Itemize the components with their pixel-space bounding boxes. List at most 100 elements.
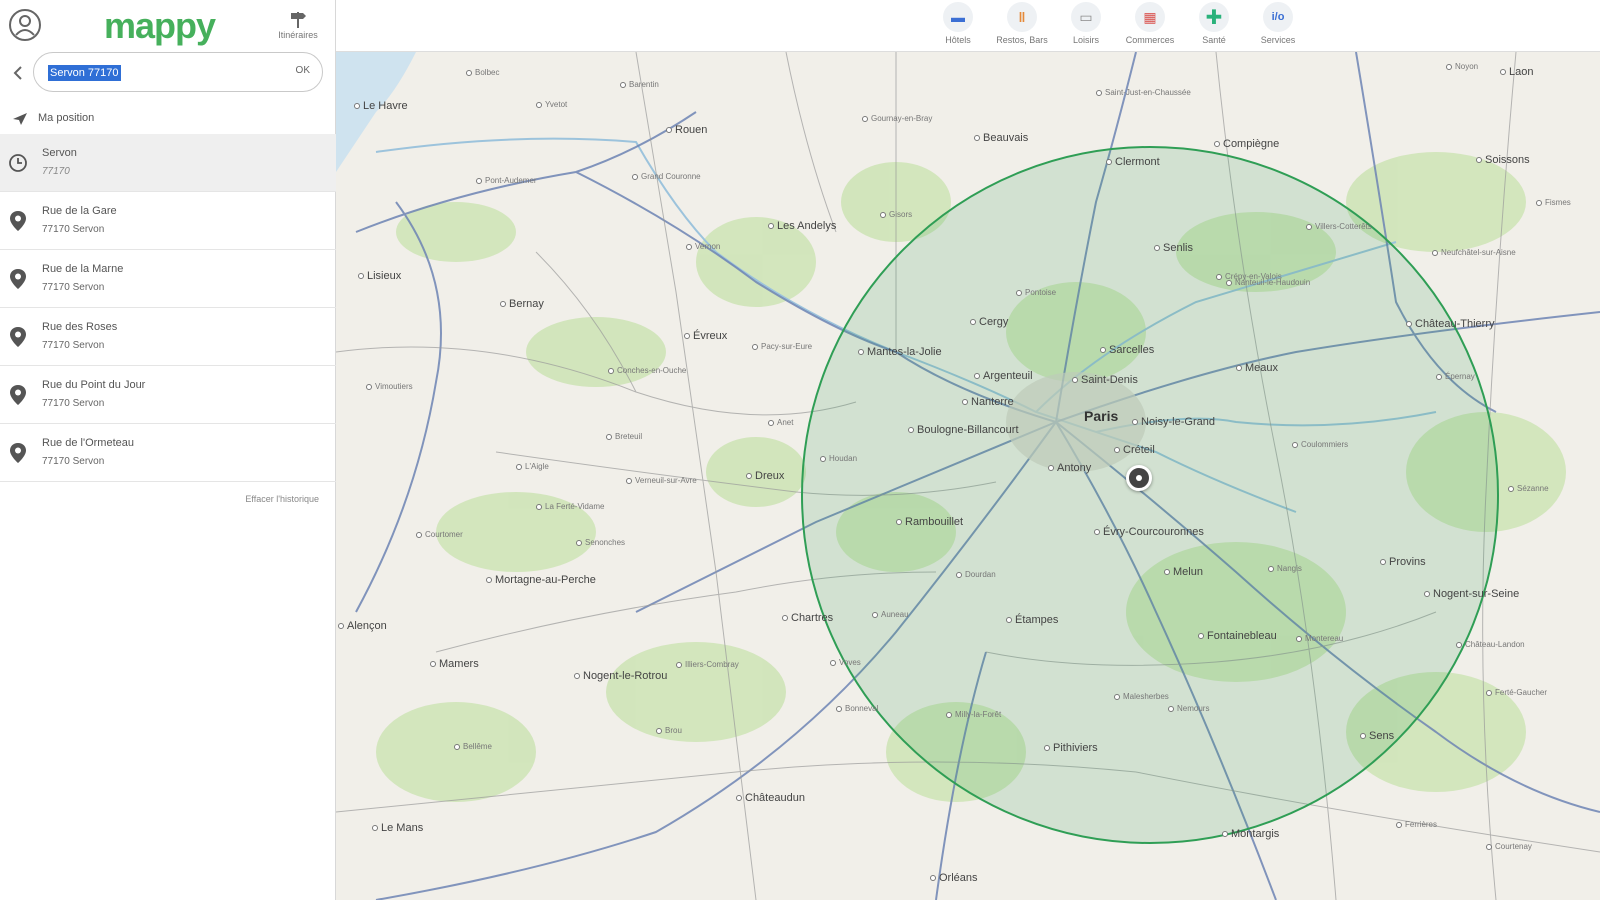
city-label: Mamers [430, 658, 479, 670]
suggestion-title: Rue de la Gare [42, 205, 117, 217]
city-label: Sarcelles [1100, 344, 1154, 356]
place-label: Dourdan [956, 570, 996, 579]
category-services[interactable]: i/o Services [1246, 2, 1310, 45]
city-label: Bernay [500, 298, 544, 310]
search-input-value[interactable]: Servon 77170 [48, 65, 121, 81]
cutlery-icon: ǁ [1007, 2, 1037, 32]
category-leisure[interactable]: ▭ Loisirs [1054, 2, 1118, 45]
city-label: Mortagne-au-Perche [486, 574, 596, 586]
city-label: Mantes-la-Jolie [858, 346, 942, 358]
place-label: Neufchâtel-sur-Aisne [1432, 248, 1516, 257]
search-panel: mappy Itinéraires Servon 77170 OK Ma pos… [0, 0, 336, 900]
place-label: Yvetot [536, 100, 567, 109]
city-label: Évreux [684, 330, 727, 342]
category-shops[interactable]: ▦ Commerces [1118, 2, 1182, 45]
map-canvas[interactable]: Paris Le Havre Rouen Beauvais Compiègne … [336, 52, 1600, 900]
city-label: Lisieux [358, 270, 401, 282]
place-label: Fismes [1536, 198, 1571, 207]
city-label: Laon [1500, 66, 1533, 78]
category-label: Services [1260, 35, 1296, 45]
app-header: mappy Itinéraires [0, 0, 336, 52]
user-avatar-icon[interactable] [8, 8, 42, 42]
location-arrow-icon [13, 113, 27, 125]
list-item[interactable]: Rue de l'Ormeteau 77170 Servon [0, 424, 336, 482]
place-label: Milly-la-Forêt [946, 710, 1001, 719]
city-label: Chartres [782, 612, 833, 624]
mappy-logo[interactable]: mappy [104, 6, 216, 46]
category-label: Santé [1202, 35, 1226, 45]
city-label: Noisy-le-Grand [1132, 416, 1215, 428]
city-label: Clermont [1106, 156, 1160, 168]
city-label: Soissons [1476, 154, 1530, 166]
signpost-icon [291, 12, 306, 28]
category-restaurants[interactable]: ǁ Restos, Bars [990, 2, 1054, 45]
my-position-item[interactable]: Ma position [0, 104, 336, 132]
place-label: Senonches [576, 538, 625, 547]
place-label: Vernon [686, 242, 720, 251]
place-label: Voves [830, 658, 861, 667]
suggestion-title: Rue de la Marne [42, 263, 124, 275]
place-label: Barentin [620, 80, 659, 89]
search-input[interactable]: Servon 77170 OK [33, 52, 323, 92]
services-icon: i/o [1263, 2, 1293, 32]
place-label: Conches-en-Ouche [608, 366, 686, 375]
place-label: Ferrières [1396, 820, 1437, 829]
suggestion-title: Rue du Point du Jour [42, 379, 146, 391]
place-label: Sézanne [1508, 484, 1549, 493]
city-label: Meaux [1236, 362, 1278, 374]
place-label: Noyon [1446, 62, 1478, 71]
city-label: Dreux [746, 470, 784, 482]
suggestion-title: Servon [42, 147, 77, 159]
city-label: Les Andelys [768, 220, 836, 232]
category-label: Commerces [1125, 35, 1175, 45]
place-label: Coulommiers [1292, 440, 1348, 449]
city-label: Montargis [1222, 828, 1279, 840]
city-label: Saint-Denis [1072, 374, 1138, 386]
category-hotels[interactable]: ▬ Hôtels [926, 2, 990, 45]
place-label: Gournay-en-Bray [862, 114, 932, 123]
ok-button[interactable]: OK [296, 65, 310, 76]
place-label: Saint-Just-en-Chaussée [1096, 88, 1191, 97]
list-item[interactable]: Rue des Roses 77170 Servon [0, 308, 336, 366]
itineraries-label: Itinéraires [278, 30, 318, 40]
place-label: Illiers-Combray [676, 660, 739, 669]
list-item[interactable]: Servon 77170 [0, 134, 336, 192]
place-label: Ferté-Gaucher [1486, 688, 1547, 697]
place-label: Bellême [454, 742, 492, 751]
category-label: Restos, Bars [996, 35, 1048, 45]
city-label: Château-Thierry [1406, 318, 1494, 330]
itineraries-button[interactable]: Itinéraires [272, 10, 324, 40]
city-label: Créteil [1114, 444, 1155, 456]
selected-location-marker[interactable] [1126, 465, 1152, 491]
city-label: Alençon [338, 620, 387, 632]
list-item[interactable]: Rue de la Marne 77170 Servon [0, 250, 336, 308]
city-label: Paris [1084, 408, 1119, 424]
back-chevron-icon[interactable] [8, 62, 28, 84]
sea-area [336, 52, 416, 172]
place-label: Houdan [820, 454, 857, 463]
suggestion-subtitle: 77170 [42, 166, 70, 177]
list-item[interactable]: Rue de la Gare 77170 Servon [0, 192, 336, 250]
place-label: Bolbec [466, 68, 499, 77]
list-item[interactable]: Rue du Point du Jour 77170 Servon [0, 366, 336, 424]
city-label: Étampes [1006, 614, 1058, 626]
clear-history-link[interactable]: Effacer l'historique [245, 494, 319, 504]
city-label: Cergy [970, 316, 1008, 328]
city-label: Fontainebleau [1198, 630, 1277, 642]
cross-icon: ✚ [1199, 2, 1229, 32]
place-label: Nanteuil-le-Haudouin [1226, 278, 1310, 287]
city-label: Boulogne-Billancourt [908, 424, 1019, 436]
city-label: Orléans [930, 872, 978, 884]
city-label: Le Mans [372, 822, 423, 834]
city-label: Beauvais [974, 132, 1028, 144]
city-label: Provins [1380, 556, 1426, 568]
category-label: Loisirs [1072, 35, 1099, 45]
suggestion-subtitle: 77170 Servon [42, 340, 105, 351]
place-label: L'Aigle [516, 462, 549, 471]
suggestion-subtitle: 77170 Servon [42, 456, 105, 467]
city-label: Châteaudun [736, 792, 805, 804]
city-label: Compiègne [1214, 138, 1279, 150]
category-health[interactable]: ✚ Santé [1182, 2, 1246, 45]
map-pin-icon [10, 269, 26, 289]
place-label: Montereau [1296, 634, 1343, 643]
